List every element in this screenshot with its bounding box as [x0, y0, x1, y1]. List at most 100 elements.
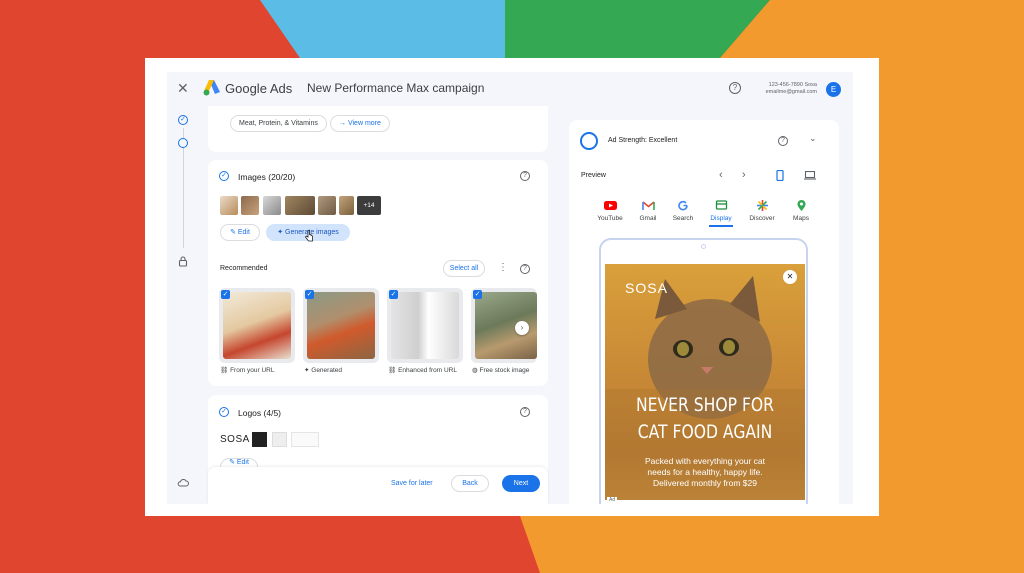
- rec-label-4: ◍ Free stock image: [472, 366, 529, 374]
- logo-thumb-empty[interactable]: [291, 432, 319, 447]
- checkbox-icon[interactable]: ✓: [389, 290, 398, 299]
- tab-youtube[interactable]: YouTube: [592, 200, 628, 222]
- save-for-later-link[interactable]: Save for later: [391, 480, 433, 487]
- desktop-device-icon[interactable]: [804, 171, 816, 180]
- image-thumb-2[interactable]: [241, 196, 259, 215]
- rec-image-2: [307, 292, 375, 359]
- rec-label-1: ⛓ From your URL: [220, 366, 275, 374]
- ad-strength-help-icon[interactable]: ?: [778, 136, 788, 146]
- view-more-label: View more: [347, 120, 381, 127]
- image-thumb-3[interactable]: [263, 196, 281, 215]
- tab-maps-label: Maps: [793, 215, 809, 222]
- tab-display[interactable]: Display: [703, 200, 739, 227]
- ad-body-line-3: Delivered monthly from $29: [653, 478, 757, 488]
- google-g-icon: [677, 200, 688, 211]
- next-arrow-icon[interactable]: ›: [742, 169, 746, 181]
- ad-body: Packed with everything your cat needs fo…: [605, 456, 805, 489]
- images-help-icon[interactable]: ?: [520, 171, 530, 181]
- help-icon[interactable]: ?: [729, 82, 741, 94]
- logos-help-icon[interactable]: ?: [520, 407, 530, 417]
- logo-sosa-text[interactable]: SOSA: [220, 434, 250, 445]
- link-icon: ⛓: [220, 367, 231, 374]
- avatar[interactable]: E: [826, 82, 841, 97]
- rec-image-1: [223, 292, 291, 359]
- account-info[interactable]: 123-456-7890 Sosa emailme@gmail.com: [765, 82, 817, 96]
- top-bar: ✕ Google Ads New Performance Max campaig…: [167, 72, 853, 106]
- images-edit-button[interactable]: ✎ Edit: [220, 224, 260, 241]
- rec-image-card-2[interactable]: ✓: [303, 288, 379, 363]
- tab-search[interactable]: Search: [665, 200, 701, 222]
- gmail-icon: [641, 201, 655, 210]
- progress-rail: ✓: [167, 106, 201, 504]
- ad-brand-logo: SOSA: [625, 280, 668, 296]
- tab-display-label: Display: [710, 215, 732, 222]
- logo-thumb-light[interactable]: [272, 432, 287, 447]
- mouse-cursor-icon: [305, 230, 313, 242]
- tab-maps[interactable]: Maps: [783, 200, 819, 222]
- more-vert-icon[interactable]: ⋮: [498, 262, 508, 274]
- image-thumb-5[interactable]: [318, 196, 336, 215]
- ad-headline: NEVER SHOP FOR CAT FOOD AGAIN: [623, 392, 787, 446]
- next-button[interactable]: Next: [502, 475, 540, 492]
- discover-icon: [756, 200, 768, 211]
- brand-name: Google Ads: [225, 81, 293, 96]
- rec-label-3: ⛓ Enhanced from URL: [388, 366, 457, 374]
- chip-meat-protein[interactable]: Meat, Protein, & Vitamins: [230, 115, 327, 132]
- enhance-icon: ⛓: [388, 367, 399, 374]
- rec-image-card-1[interactable]: ✓: [219, 288, 295, 363]
- images-complete-icon: ✓: [219, 171, 229, 181]
- tab-gmail[interactable]: Gmail: [630, 200, 666, 222]
- rec-label-1-text: From your URL: [230, 367, 275, 374]
- close-icon[interactable]: ✕: [177, 80, 191, 96]
- mobile-device-icon[interactable]: [776, 170, 784, 181]
- more-images-badge[interactable]: +14: [357, 196, 381, 215]
- tab-youtube-label: YouTube: [597, 215, 623, 222]
- cloud-icon: [177, 479, 189, 487]
- tab-discover-label: Discover: [749, 215, 775, 222]
- checkbox-icon[interactable]: ✓: [473, 290, 482, 299]
- ad-badge: Ad: [607, 497, 618, 503]
- back-button[interactable]: Back: [451, 475, 489, 492]
- logo-thumb-dark[interactable]: [252, 432, 267, 447]
- prev-arrow-icon[interactable]: ‹: [719, 169, 723, 181]
- rec-label-3-text: Enhanced from URL: [398, 367, 457, 374]
- sparkle-icon: ✦: [277, 229, 286, 236]
- image-thumb-4[interactable]: [285, 196, 315, 215]
- view-more-button[interactable]: → View more: [330, 115, 390, 132]
- checkbox-icon[interactable]: ✓: [221, 290, 230, 299]
- checkbox-icon[interactable]: ✓: [305, 290, 314, 299]
- logos-edit-label: Edit: [236, 459, 249, 466]
- step-current-icon[interactable]: [178, 138, 188, 148]
- display-icon: [715, 200, 727, 210]
- tab-gmail-label: Gmail: [639, 215, 657, 222]
- recommended-label: Recommended: [220, 265, 268, 272]
- logos-complete-icon: ✓: [219, 407, 229, 417]
- pencil-icon: ✎: [230, 229, 238, 236]
- ad-close-button[interactable]: ✕: [783, 270, 797, 284]
- image-thumb-6[interactable]: [339, 196, 354, 215]
- preview-label: Preview: [581, 172, 606, 179]
- rec-image-card-3[interactable]: ✓: [387, 288, 463, 363]
- logos-edit-button[interactable]: ✎ Edit: [220, 458, 258, 467]
- tab-discover[interactable]: Discover: [744, 200, 780, 222]
- account-email: emailme@gmail.com: [765, 89, 817, 95]
- google-ads-logo-icon: [203, 80, 220, 96]
- footer-bar: [208, 467, 548, 504]
- ad-body-line-2: needs for a healthy, happy life.: [647, 467, 763, 477]
- ad-headline-line-2: CAT FOOD AGAIN: [637, 421, 773, 443]
- account-phone: 123-456-7890 Sosa: [768, 82, 817, 88]
- arrow-right-icon: →: [339, 120, 348, 127]
- rec-image-3: [391, 292, 459, 359]
- ad-strength-ring-icon: [580, 132, 598, 150]
- select-all-button[interactable]: Select all: [443, 260, 485, 277]
- recommended-help-icon[interactable]: ?: [520, 264, 530, 274]
- carousel-next-button[interactable]: ›: [515, 321, 529, 335]
- rec-label-2: ✦ Generated: [304, 366, 342, 374]
- expand-chevron-icon[interactable]: ⌄: [809, 133, 817, 144]
- logos-title: Logos (4/5): [238, 408, 281, 418]
- phone-camera: [701, 244, 706, 249]
- display-ad[interactable]: SOSA ✕ NEVER SHOP FOR CAT FOOD AGAIN Pac…: [605, 264, 805, 500]
- image-thumb-1[interactable]: [220, 196, 238, 215]
- step-complete-icon[interactable]: ✓: [178, 115, 188, 125]
- pencil-icon: ✎: [229, 459, 237, 466]
